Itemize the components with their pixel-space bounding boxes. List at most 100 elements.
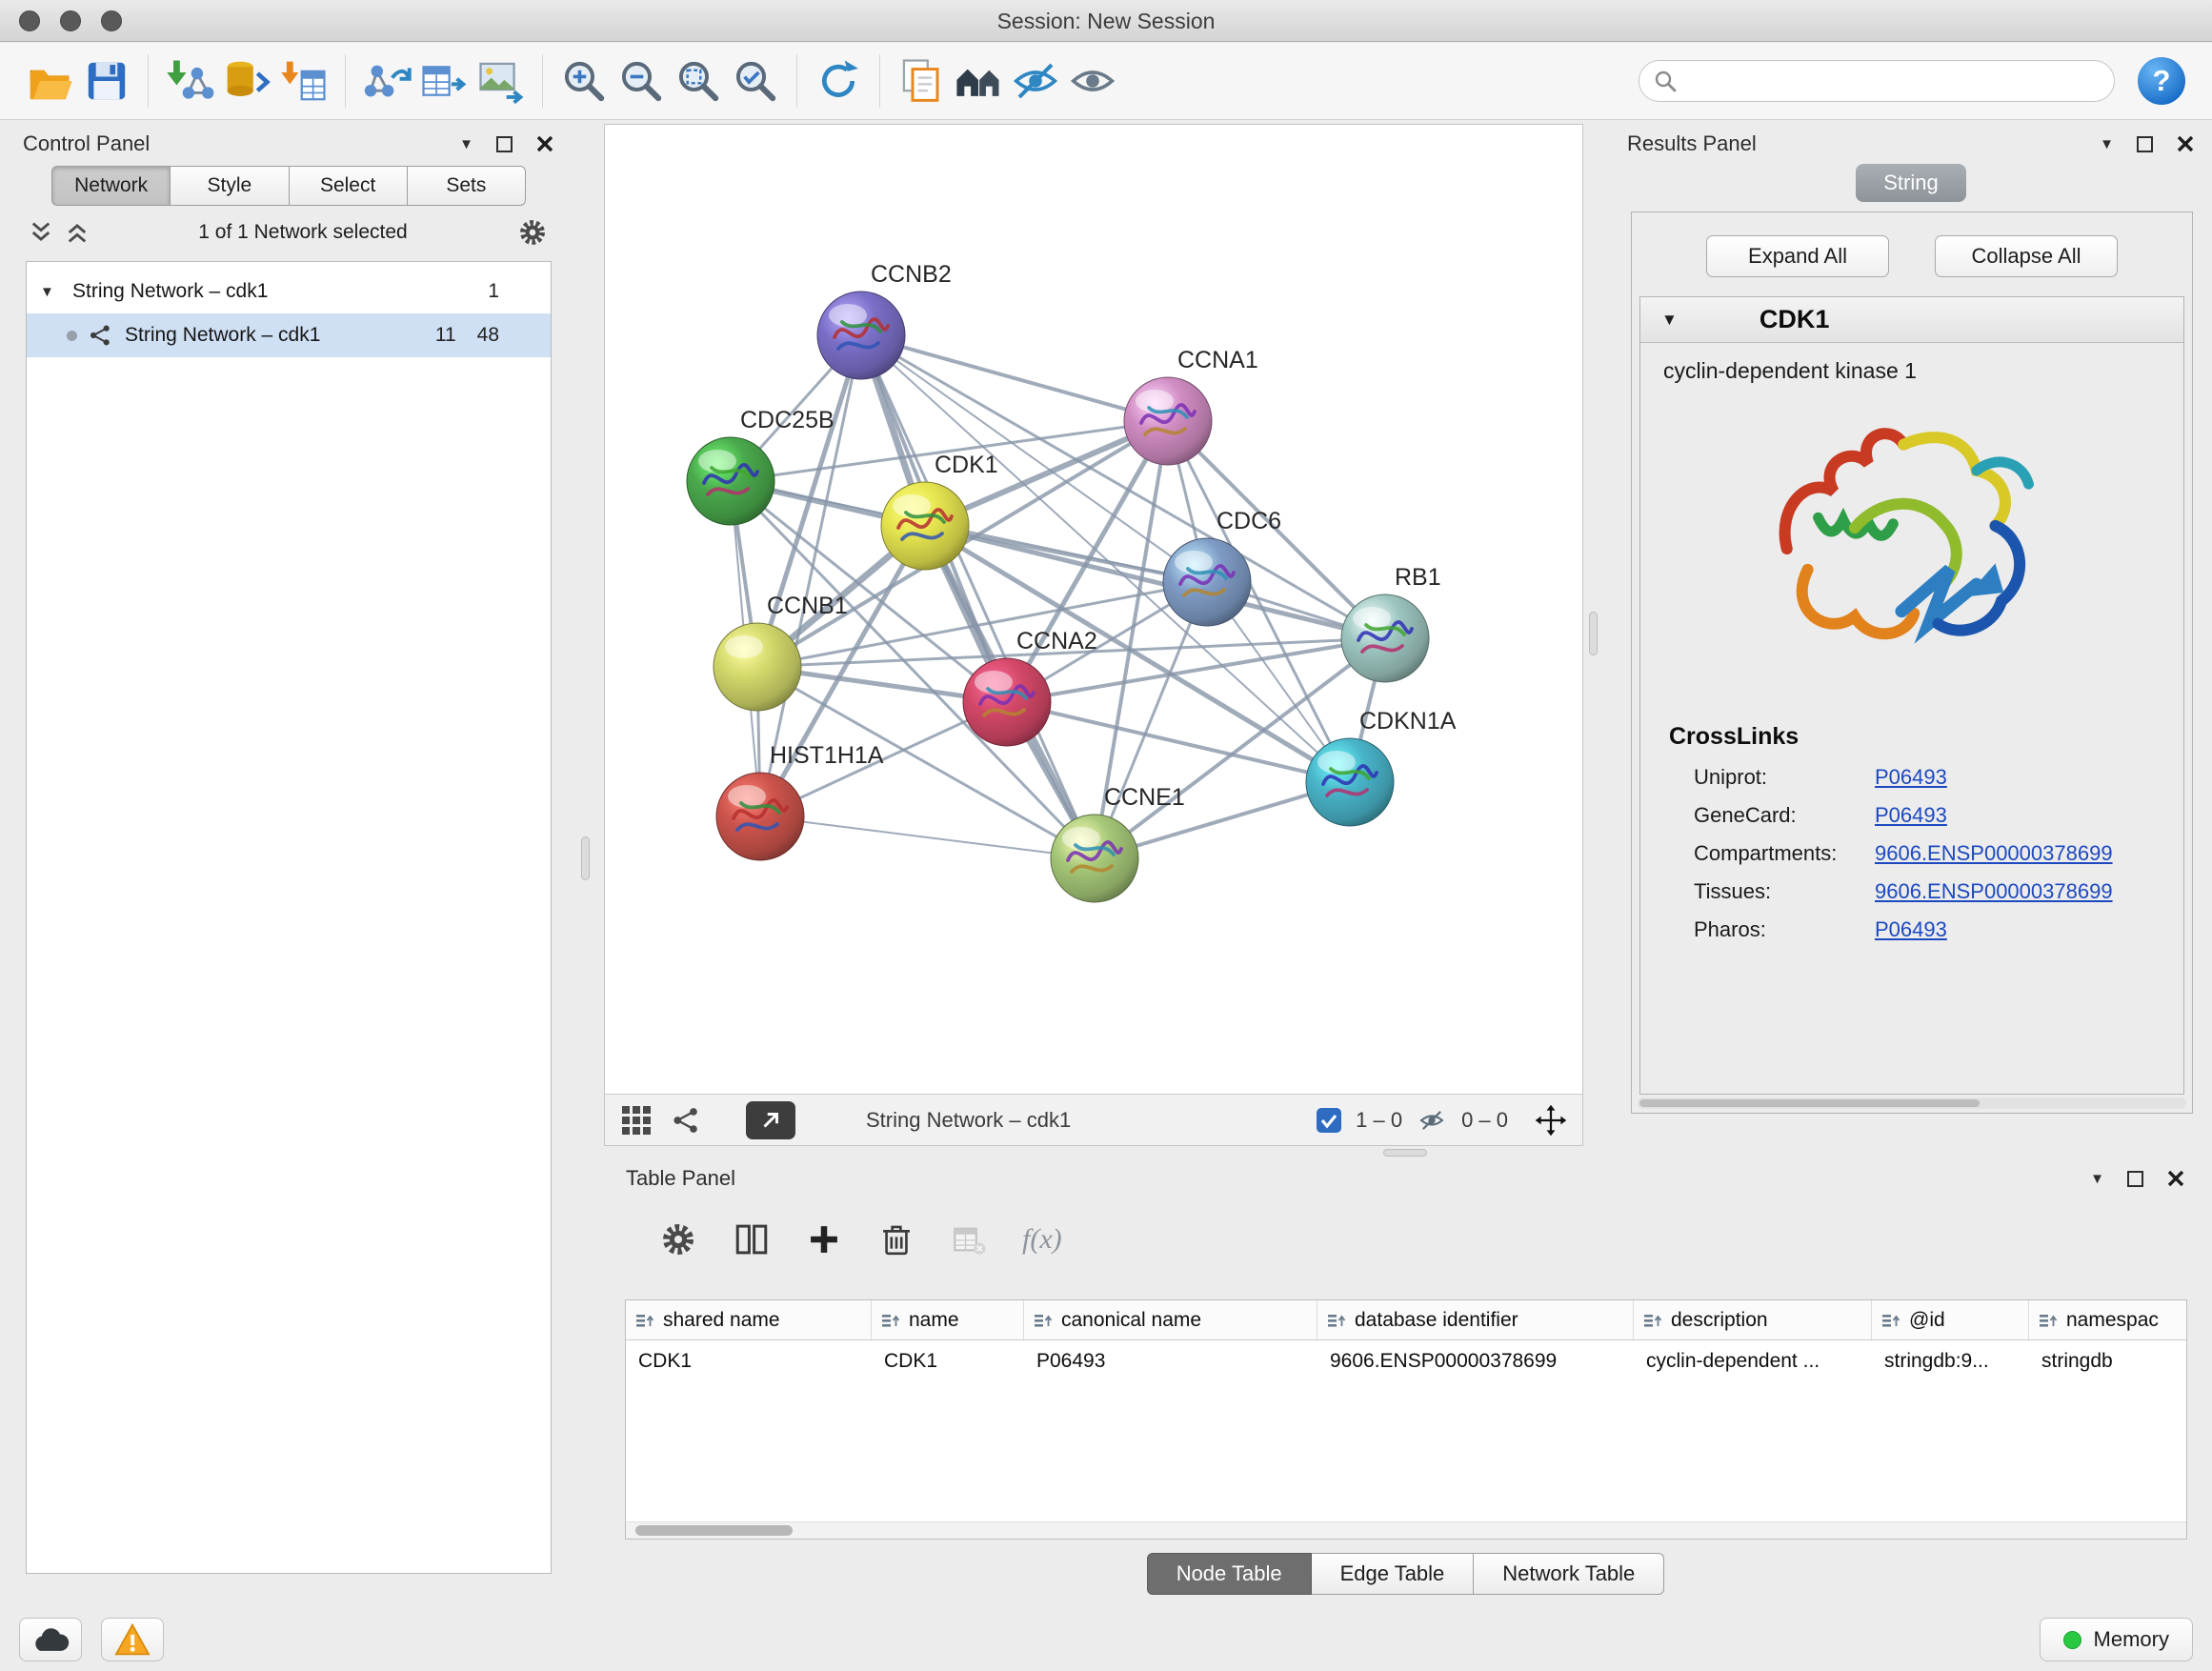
horizontal-splitter-handle[interactable] (1383, 1149, 1427, 1157)
export-image-icon[interactable] (473, 51, 530, 111)
table-cell[interactable]: CDK1 (872, 1350, 1024, 1373)
memory-button[interactable]: Memory (2040, 1618, 2193, 1661)
window-minimize-button[interactable] (60, 10, 81, 31)
float-panel-icon[interactable] (2137, 136, 2153, 152)
delete-column-icon[interactable] (877, 1220, 915, 1258)
add-column-icon[interactable] (805, 1220, 843, 1258)
network-node-CDK1[interactable]: CDK1 (881, 452, 998, 570)
warnings-button[interactable] (101, 1618, 164, 1661)
network-edge[interactable] (1007, 702, 1350, 782)
birdseye-view-icon[interactable] (620, 1104, 653, 1137)
close-panel-icon[interactable] (2166, 1169, 2185, 1188)
crosslink-pharos-link[interactable]: P06493 (1875, 917, 1947, 942)
window-zoom-button[interactable] (101, 10, 122, 31)
expand-all-button[interactable]: Expand All (1706, 235, 1889, 277)
network-node-CCNA1[interactable]: CCNA1 (1124, 347, 1258, 465)
detach-view-button[interactable] (746, 1101, 795, 1139)
zoom-in-icon[interactable] (555, 51, 613, 111)
hide-selected-eye-slash-icon[interactable] (1007, 51, 1064, 111)
show-columns-icon[interactable] (733, 1220, 771, 1258)
sort-icon[interactable] (1327, 1312, 1346, 1329)
pan-crosshair-icon[interactable] (1535, 1104, 1567, 1137)
collapse-panel-icon[interactable]: ▼ (2090, 1172, 2104, 1186)
collapse-entry-icon[interactable]: ▼ (1661, 311, 1678, 330)
results-horizontal-scrollbar[interactable] (1638, 1097, 2186, 1109)
collapse-panel-icon[interactable]: ▼ (2100, 137, 2114, 151)
tab-select[interactable]: Select (290, 166, 408, 206)
network-row[interactable]: String Network – cdk1 11 48 (27, 313, 551, 357)
selected-checkbox-icon[interactable] (1316, 1107, 1342, 1134)
network-node-CCNB2[interactable]: CCNB2 (817, 261, 952, 379)
column-header-shared-name[interactable]: shared name (626, 1300, 872, 1339)
vertical-splitter-handle[interactable] (1589, 612, 1598, 655)
copy-document-icon[interactable] (893, 51, 950, 111)
hidden-eye-slash-icon[interactable] (1416, 1107, 1448, 1134)
table-cell[interactable]: stringdb:9... (1872, 1350, 2029, 1373)
tab-network[interactable]: Network (51, 166, 171, 206)
export-table-icon[interactable] (415, 51, 473, 111)
show-all-eye-icon[interactable] (1064, 51, 1121, 111)
sort-icon[interactable] (1034, 1312, 1053, 1329)
crosslink-compartments-link[interactable]: 9606.ENSP00000378699 (1875, 841, 2113, 866)
network-node-HIST1H1A[interactable]: HIST1H1A (716, 742, 884, 860)
search-input[interactable] (1687, 70, 2101, 92)
vertical-splitter-handle[interactable] (581, 836, 590, 880)
network-edge[interactable] (760, 816, 1095, 858)
sort-icon[interactable] (2039, 1312, 2058, 1329)
expand-all-icon[interactable] (65, 220, 90, 245)
collapse-all-icon[interactable] (29, 220, 53, 245)
network-edge[interactable] (861, 335, 1095, 858)
scrollbar-thumb[interactable] (635, 1525, 793, 1536)
tab-string[interactable]: String (1856, 164, 1966, 202)
crosslink-genecard-link[interactable]: P06493 (1875, 803, 1947, 828)
window-close-button[interactable] (19, 10, 40, 31)
crosslink-uniprot-link[interactable]: P06493 (1875, 765, 1947, 790)
import-network-file-icon[interactable] (161, 51, 218, 111)
collapse-all-button[interactable]: Collapse All (1935, 235, 2118, 277)
open-session-icon[interactable] (21, 51, 78, 111)
close-panel-icon[interactable] (535, 134, 554, 153)
tab-edge-table[interactable]: Edge Table (1312, 1553, 1475, 1595)
column-header-database-identifier[interactable]: database identifier (1317, 1300, 1634, 1339)
zoom-selected-icon[interactable] (727, 51, 784, 111)
export-network-icon[interactable] (358, 51, 415, 111)
zoom-out-icon[interactable] (613, 51, 670, 111)
network-node-RB1[interactable]: RB1 (1341, 564, 1441, 682)
table-gear-icon[interactable] (658, 1219, 698, 1259)
tree-expander-icon[interactable]: ▼ (40, 284, 61, 300)
collection-row[interactable]: ▼ String Network – cdk1 1 (27, 270, 551, 313)
tab-node-table[interactable]: Node Table (1147, 1553, 1312, 1595)
column-header-namespac[interactable]: namespac (2029, 1300, 2187, 1339)
refresh-icon[interactable] (810, 51, 867, 111)
network-node-CDKN1A[interactable]: CDKN1A (1306, 708, 1457, 826)
network-node-CDC25B[interactable]: CDC25B (687, 407, 835, 525)
table-cell[interactable]: cyclin-dependent ... (1634, 1350, 1872, 1373)
home-icons[interactable] (950, 51, 1007, 111)
save-session-icon[interactable] (78, 51, 135, 111)
import-network-database-icon[interactable] (218, 51, 275, 111)
column-header-description[interactable]: description (1634, 1300, 1872, 1339)
gear-icon[interactable] (516, 216, 549, 249)
sort-icon[interactable] (635, 1312, 654, 1329)
network-canvas[interactable]: CCNB2CCNA1CDC25BCDK1CDC6RB1CCNB1CCNA2CDK… (605, 125, 1582, 1094)
tab-network-table[interactable]: Network Table (1474, 1553, 1664, 1595)
help-button[interactable]: ? (2138, 57, 2185, 105)
close-panel-icon[interactable] (2176, 134, 2195, 153)
import-table-icon[interactable] (275, 51, 332, 111)
network-glyph-icon[interactable] (672, 1105, 702, 1136)
table-cell[interactable]: CDK1 (626, 1350, 872, 1373)
sort-icon[interactable] (1881, 1312, 1900, 1329)
column-header--id[interactable]: @id (1872, 1300, 2029, 1339)
crosslink-tissues-link[interactable]: 9606.ENSP00000378699 (1875, 879, 2113, 904)
table-row[interactable]: CDK1CDK1P064939606.ENSP00000378699cyclin… (626, 1340, 2186, 1382)
toolbar-search[interactable] (1639, 60, 2115, 102)
float-panel-icon[interactable] (496, 136, 513, 152)
gene-entry-header[interactable]: ▼ CDK1 (1640, 297, 2183, 343)
table-horizontal-scrollbar[interactable] (626, 1521, 2186, 1539)
sort-icon[interactable] (881, 1312, 900, 1329)
tab-style[interactable]: Style (171, 166, 289, 206)
table-cell[interactable]: stringdb (2029, 1350, 2187, 1373)
table-cell[interactable]: 9606.ENSP00000378699 (1317, 1350, 1634, 1373)
table-cell[interactable]: P06493 (1024, 1350, 1317, 1373)
column-header-canonical-name[interactable]: canonical name (1024, 1300, 1317, 1339)
